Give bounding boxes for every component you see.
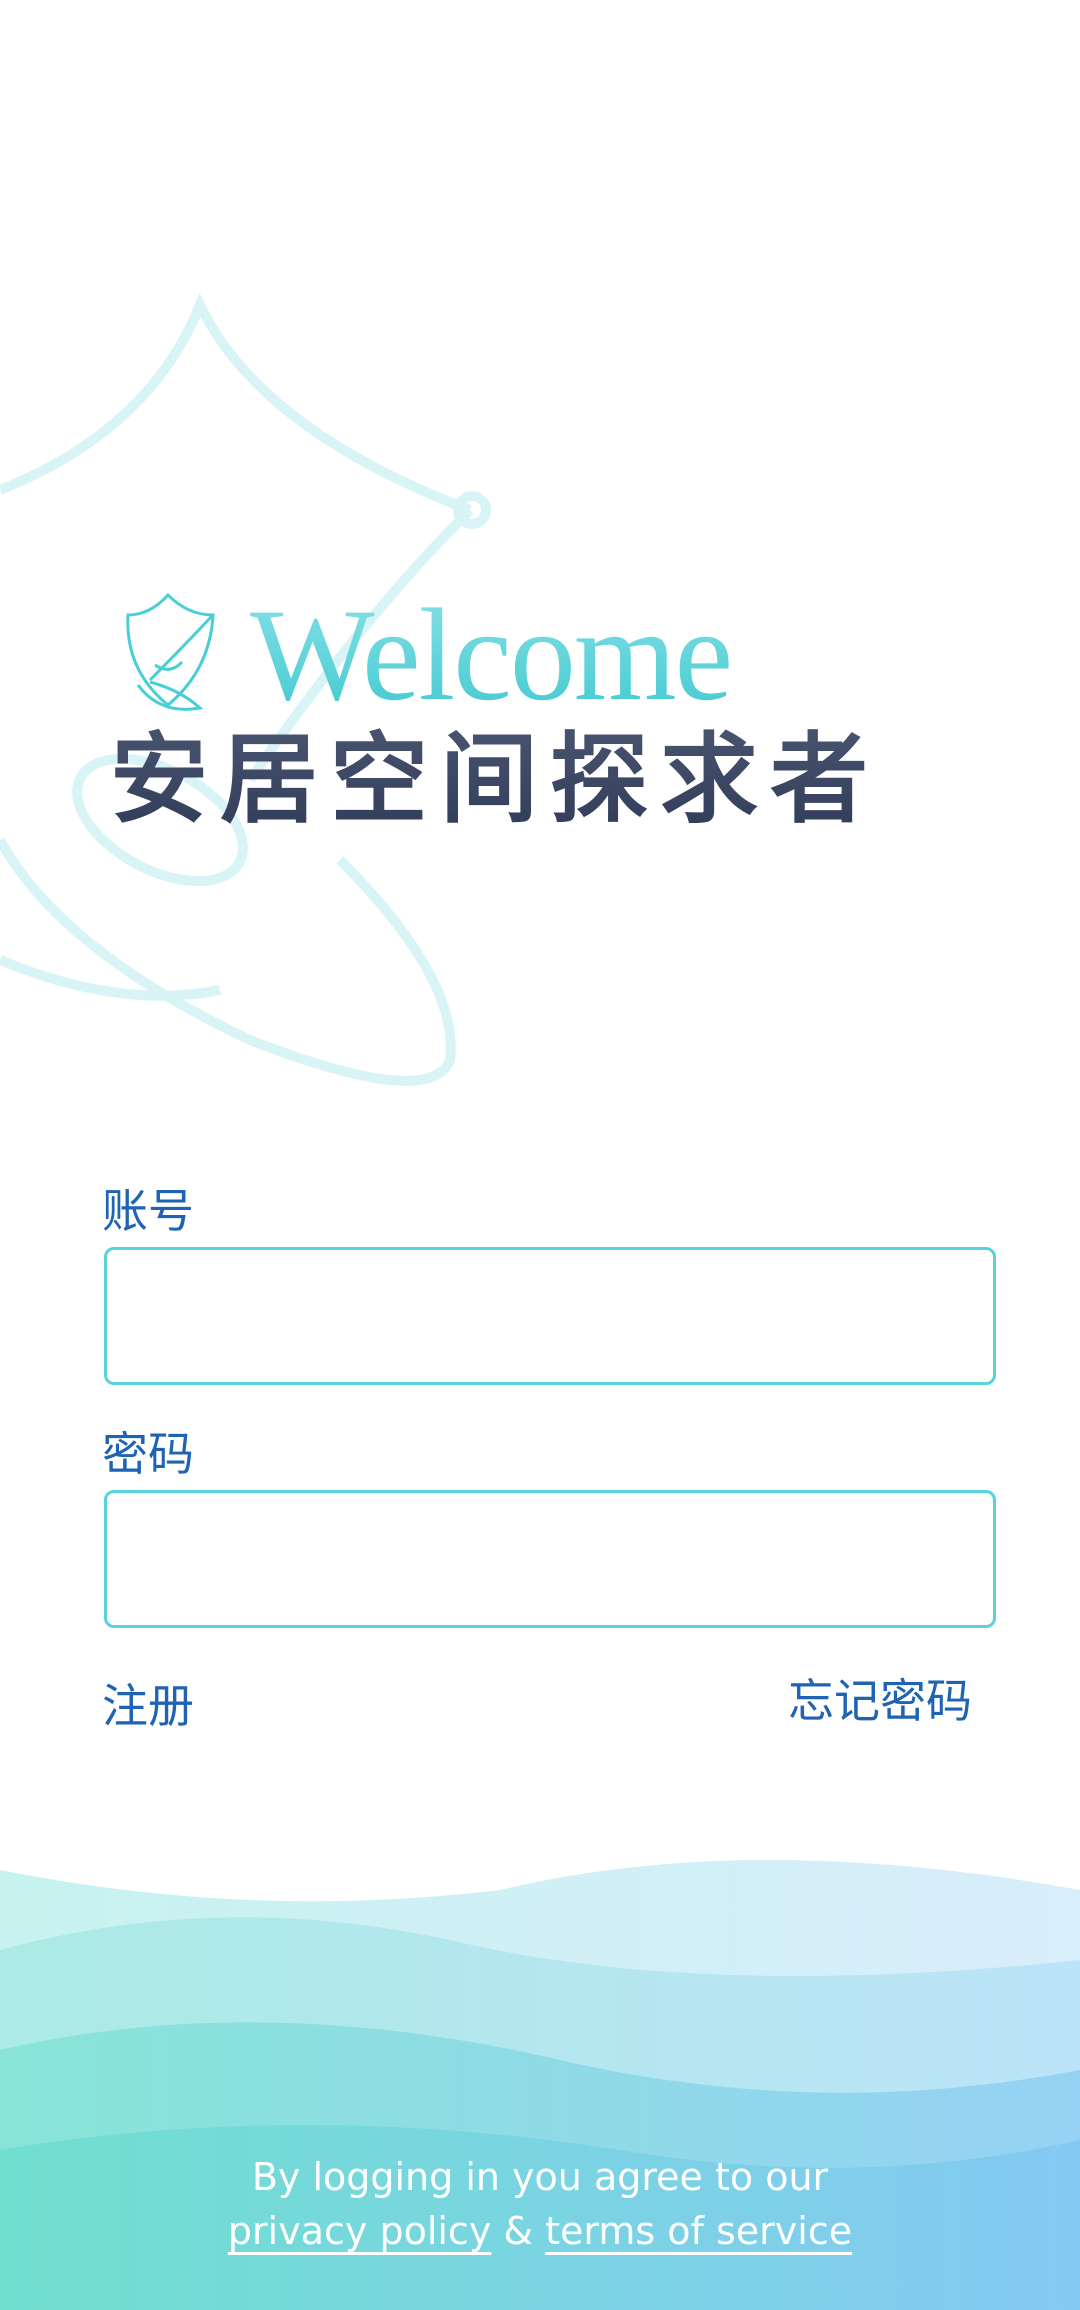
ampersand: & — [503, 2209, 534, 2253]
shield-leaf-icon — [126, 592, 215, 711]
password-label: 密码 — [102, 1427, 194, 1481]
welcome-title: Welcome — [250, 581, 733, 728]
legal-notice: By logging in you agree to our privacy p… — [0, 2150, 1080, 2258]
legal-line1: By logging in you agree to our — [251, 2155, 829, 2199]
account-label: 账号 — [102, 1184, 194, 1238]
register-link[interactable]: 注册 — [102, 1670, 194, 1736]
password-field[interactable] — [104, 1490, 996, 1628]
account-field[interactable] — [104, 1247, 996, 1385]
privacy-policy-link[interactable]: privacy policy — [228, 2209, 491, 2253]
forgot-password-link[interactable]: 忘记密码 — [788, 1665, 972, 1731]
terms-of-service-link[interactable]: terms of service — [545, 2209, 852, 2253]
login-screen: Welcome 安居空间探求者 账号 密码 注册 忘记密码 By logging… — [0, 0, 1080, 2310]
account-input[interactable] — [107, 1250, 993, 1382]
password-input[interactable] — [107, 1493, 993, 1625]
brand-block: Welcome 安居空间探求者 — [110, 570, 960, 870]
app-name: 安居空间探求者 — [110, 720, 880, 840]
legal-line2: privacy policy & terms of service — [0, 2204, 1080, 2258]
